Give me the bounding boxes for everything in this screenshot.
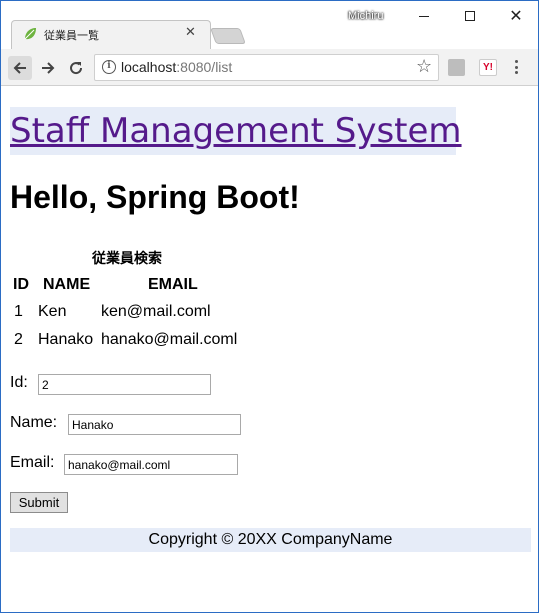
- cell-email: ken@mail.coml: [101, 303, 211, 320]
- spring-leaf-icon: [24, 28, 36, 40]
- tab-close-icon[interactable]: ✕: [185, 25, 196, 40]
- name-label: Name:: [10, 414, 58, 431]
- info-icon[interactable]: i: [102, 60, 116, 74]
- maximize-button[interactable]: [447, 1, 493, 31]
- url-path: :8080/list: [176, 59, 233, 75]
- close-icon: ✕: [509, 6, 523, 25]
- yahoo-extension-icon[interactable]: Y!: [479, 59, 497, 76]
- back-button[interactable]: [8, 56, 32, 80]
- footer: Copyright © 20XX CompanyName: [10, 528, 531, 552]
- reload-button[interactable]: [64, 56, 88, 80]
- table-caption: 従業員検索: [92, 251, 162, 267]
- email-input[interactable]: [64, 454, 238, 475]
- submit-button[interactable]: Submit: [10, 492, 68, 513]
- url-text[interactable]: localhost:8080/list: [121, 59, 232, 75]
- cell-id: 2: [14, 331, 23, 348]
- menu-icon[interactable]: [515, 60, 519, 76]
- forward-button[interactable]: [36, 56, 60, 80]
- browser-window: Michiru ✕ 従業員一覧 ✕ i localhost:8080/list …: [0, 0, 539, 613]
- email-label: Email:: [10, 454, 55, 471]
- new-tab-button[interactable]: [210, 28, 246, 44]
- url-host: localhost: [121, 59, 177, 75]
- column-header-name: NAME: [43, 276, 91, 293]
- reload-icon: [70, 62, 83, 75]
- pdf-extension-icon[interactable]: [448, 59, 465, 76]
- browser-tab[interactable]: [11, 20, 211, 50]
- minimize-button[interactable]: [401, 1, 447, 31]
- column-header-id: ID: [13, 276, 29, 293]
- page-heading: Hello, Spring Boot!: [10, 179, 300, 215]
- cell-name: Hanako: [38, 331, 94, 348]
- id-input[interactable]: [38, 374, 211, 395]
- back-arrow-icon: [13, 62, 26, 74]
- bookmark-star-icon[interactable]: ☆: [416, 56, 432, 77]
- cell-email: hanako@mail.coml: [101, 331, 238, 348]
- tab-title: 従業員一覧: [44, 29, 99, 42]
- minimize-icon: [419, 15, 429, 17]
- cell-name: Ken: [38, 303, 67, 320]
- maximize-icon: [465, 11, 475, 21]
- column-header-email: EMAIL: [148, 276, 198, 293]
- profile-name[interactable]: Michiru: [348, 10, 383, 22]
- forward-arrow-icon: [42, 62, 55, 74]
- site-title-link[interactable]: Staff Management System: [10, 111, 462, 151]
- id-label: Id:: [10, 374, 28, 391]
- cell-id: 1: [14, 303, 23, 320]
- close-window-button[interactable]: ✕: [493, 1, 538, 31]
- name-input[interactable]: [68, 414, 241, 435]
